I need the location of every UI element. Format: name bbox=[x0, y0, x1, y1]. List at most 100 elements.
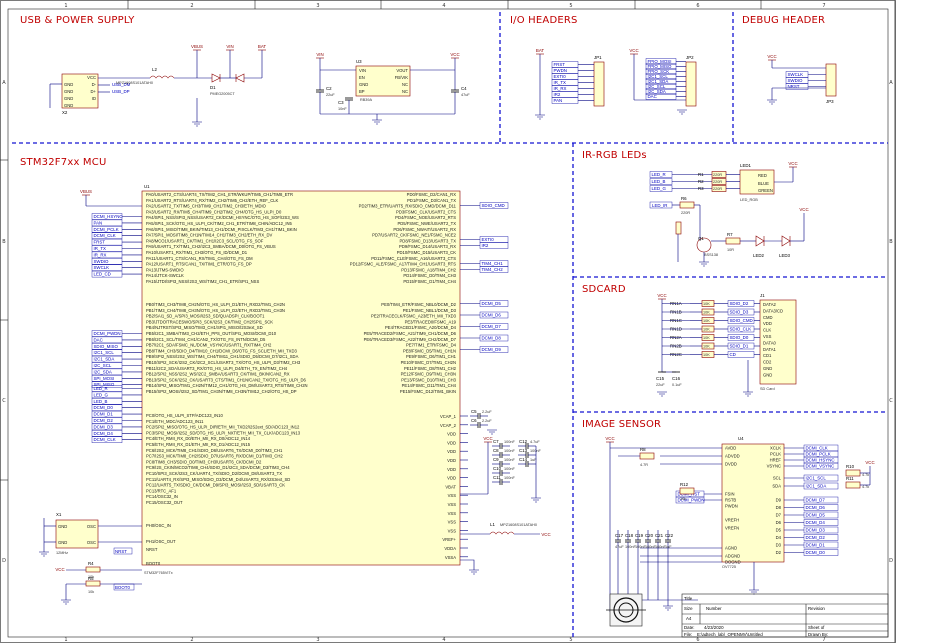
net-mcu-left-3: DCMI_CLK bbox=[94, 233, 116, 238]
mcu-pin-power-3: VDD bbox=[447, 440, 456, 445]
usb-pin-gnd3: GND bbox=[64, 96, 73, 101]
cap-img-c19: C19 bbox=[635, 533, 644, 538]
mcu-pin-top-right-pins-12: PD12/FSMC_ALE/FSMC_A17/TIM4_CH1/USART3_R… bbox=[350, 262, 456, 267]
net-mcu-right2-1: DCMI_D6 bbox=[482, 313, 502, 318]
sd-pin-0: DATA2 bbox=[763, 302, 777, 307]
cap-c3-value: 10nF bbox=[338, 107, 347, 111]
cap-img-c22-value: 1uF bbox=[665, 545, 672, 549]
net-rgb-1: LED_B bbox=[652, 179, 666, 184]
img-pin-left-5: PWDN bbox=[725, 504, 738, 509]
mcu-pin-misc-2: NRST bbox=[146, 547, 158, 552]
mcu-pin-top-left-pins-10: PA10/USART1_RX/TIM1_CH3/OTG_FS_ID/DCMI_D… bbox=[146, 250, 248, 255]
tb-drawn-label: Drawn By: bbox=[808, 632, 828, 637]
u3-pin-gnd: GND bbox=[359, 82, 368, 87]
ruler-col-6: 6 bbox=[696, 3, 699, 9]
mcu-pin-top-left-pins-4: PA4/SPI1_NSS/SPI3_NSS/USART2_CK/DCMI_HSY… bbox=[146, 215, 299, 220]
net-mcu-left-9: LED_CD bbox=[94, 272, 111, 277]
mcu-pin-bot-left-pins-8: PC8/TIM8_CH3/SDIO_D0/TIM3_CH3/USART6_CK/… bbox=[146, 459, 262, 464]
net-mcu-left2-0: DCMI_PWDN bbox=[94, 331, 121, 336]
ruler-row-a: A bbox=[2, 80, 6, 86]
cap-mcu-c11-value: 100nF bbox=[504, 476, 515, 480]
mcu-pin-bot-left-pins-0: PC0/OTG_HS_ULPI_STP/ADC123_IN10 bbox=[146, 413, 223, 418]
boot-resistors: VCC R4 10k R5 10k NRST BOOT0 bbox=[55, 547, 142, 605]
img-pin-right-7: D8 bbox=[776, 505, 782, 510]
mcu-pin-power-13: VSS bbox=[448, 528, 457, 533]
mcu-pin-misc-0: PH0/OSC_IN bbox=[146, 523, 171, 528]
net-jp2-7: DAC bbox=[648, 94, 657, 99]
u3-ref: U3 bbox=[356, 59, 362, 64]
xtal-pin-gnd1: GND bbox=[58, 524, 67, 529]
pwr-debug-vcc: VCC bbox=[767, 54, 776, 59]
mcu-pin-mid-left-pins-15: PB15/SPI2_MOSI/I2S2_SD/TIM1_CH3N/TIM8_CH… bbox=[146, 389, 297, 394]
cap-mcu-c10: C10 bbox=[493, 466, 502, 471]
mcu-pin-mid-right-pins-2: PE2/TRACECLK/FSMC_A23/ETH_MII_TXD3 bbox=[371, 314, 457, 319]
j1-ref: J1 bbox=[760, 293, 765, 298]
cap-c15-value: 22uF bbox=[656, 383, 665, 387]
tb-file-label: File: bbox=[684, 632, 692, 637]
usb-pin-gnd2: GND bbox=[64, 89, 73, 94]
net-img-0: DCMI_CLK bbox=[806, 446, 828, 451]
ruler-row-d: D bbox=[2, 558, 6, 564]
jp3-ref: JP3 bbox=[826, 99, 834, 104]
mcu-pin-top-left-pins-11: PA11/USART1_CTS/CAN1_RX/TIM1_CH4/OTG_FS_… bbox=[146, 256, 253, 261]
q1-ref: Q1 bbox=[698, 236, 704, 241]
ruler-row-d-right: D bbox=[889, 558, 893, 564]
mcu-pin-mid-right-pins-15: PE15/FSMC_D12/TIM1_BKIN bbox=[400, 389, 456, 394]
u3-pin-bp: BP bbox=[359, 89, 365, 94]
mcu-pin-mid-left-pins-14: PB14/SPI2_MISO/TIM1_CH2N/TIM12_CH1/OTG_H… bbox=[146, 383, 308, 388]
r10-value: 4.7k bbox=[862, 473, 869, 477]
d1-ref: D1 bbox=[210, 85, 216, 90]
sd-pin-3: VDD bbox=[763, 321, 772, 326]
net-mcu-left2-6: I2C_SDA bbox=[94, 369, 112, 374]
r12-value: 10k bbox=[680, 497, 686, 501]
xtal-value: 12MHz bbox=[56, 551, 68, 555]
net-sd-5: SDIO_D1 bbox=[730, 344, 749, 349]
r11-value: 4.7k bbox=[862, 485, 869, 489]
cap-mcu-c12-value: 4.7uF bbox=[530, 440, 540, 444]
r-rgb-2-ref: R3 bbox=[698, 186, 704, 191]
pwr-sd-vcc: VCC bbox=[657, 293, 666, 298]
img-pin-left-0: AVDD bbox=[725, 446, 736, 451]
usb-ref: X2 bbox=[62, 110, 68, 115]
cap-c2-value: 22uF bbox=[326, 93, 335, 97]
mcu-pin-top-left-pins-13: PA13/JTMS-SWDIO bbox=[146, 267, 184, 272]
mcu-pin-mid-right-pins-13: PE13/FSMC_D10/TIM1_CH3 bbox=[401, 377, 456, 382]
section-title-debug-header: DEBUG HEADER bbox=[742, 15, 825, 26]
mcu-pin-mid-right-pins-1: PE1/FSMC_NBL1/DCMI_D3 bbox=[403, 308, 457, 313]
net-mcu-left-0: DCMI_HSYNC bbox=[94, 214, 123, 219]
net-mcu-left2-4: I2C1_SDA bbox=[94, 357, 115, 362]
mcu-pin-top-left-pins-8: PA8/MCO1/USART1_CK/TIM1_CH1/I2C3_SCL/OTG… bbox=[146, 238, 264, 243]
l1-ref: L1 bbox=[490, 522, 495, 527]
img-pin-left-3: FSIN bbox=[725, 492, 735, 497]
sd-pin-10: GND bbox=[763, 366, 772, 371]
l2-value: MPZ1608S101ATAH0 bbox=[116, 81, 153, 85]
net-img-1: DCMI_PCLK bbox=[806, 452, 831, 457]
mcu-pin-power-2: VDD bbox=[447, 432, 456, 437]
net-mcu-left3-5: DCMI_D2 bbox=[94, 418, 114, 423]
net-mcu-left3-3: DCMI_D0 bbox=[94, 405, 114, 410]
img-pin-left-8: AGND bbox=[725, 546, 737, 551]
mcu-left-net-labels: DCMI_HSYNCPANDCMI_PCLKDCMI_CLKFRSTIR_TXI… bbox=[91, 213, 142, 443]
mcu-part-number: STM32F765VITx bbox=[144, 571, 173, 575]
section-title-io-headers: I/O HEADERS bbox=[510, 15, 578, 26]
ruler-col-4: 4 bbox=[442, 3, 445, 9]
tb-file-value: E:\adtech_lab\_OPENMV\Untitled bbox=[697, 632, 763, 637]
mcu-pin-top-left-pins-12: PA12/USART1_RTS/CAN1_TX/TIM1_ETR/OTG_FS_… bbox=[146, 262, 252, 267]
mcu-pin-mid-left-pins-5: PB5/I2C1_SMBA/TIM3_CH2/ETH_PPS_OUT/SPI1_… bbox=[146, 331, 277, 336]
cap-mcu-c8: C8 bbox=[493, 448, 499, 453]
net-mcu-left2-5: I2C_SCL bbox=[94, 363, 112, 368]
mcu-pin-top-right-pins-14: PD14/FSMC_D0/TIM4_CH3 bbox=[403, 273, 456, 278]
led1-ref: LED1 bbox=[740, 163, 752, 168]
jp2-ref: JP2 bbox=[686, 55, 694, 60]
pwr-vbus: VBUS bbox=[191, 44, 203, 49]
mcu-pin-mid-left-pins-7: PB7/I2C1_SDA/FSMC_NL/DCMI_VSYNC/USART1_R… bbox=[146, 343, 272, 348]
r5-value: 10k bbox=[88, 590, 94, 594]
sd-pin-11: GND bbox=[763, 372, 772, 377]
q1-value: BSS138 bbox=[704, 253, 718, 257]
img-pin-right-6: D9 bbox=[776, 498, 782, 503]
sd-pin-9: CD2 bbox=[763, 360, 772, 365]
net-img-9: DCMI_D4 bbox=[806, 520, 826, 525]
ruler-col-7: 7 bbox=[822, 3, 825, 9]
mcu-pin-mid-right-pins-6: PE6/TRACED3/FSMC_A22/TIM9_CH2/DCMI_D7 bbox=[364, 337, 457, 342]
cap-mcu-c8-value: 100nF bbox=[504, 449, 515, 453]
